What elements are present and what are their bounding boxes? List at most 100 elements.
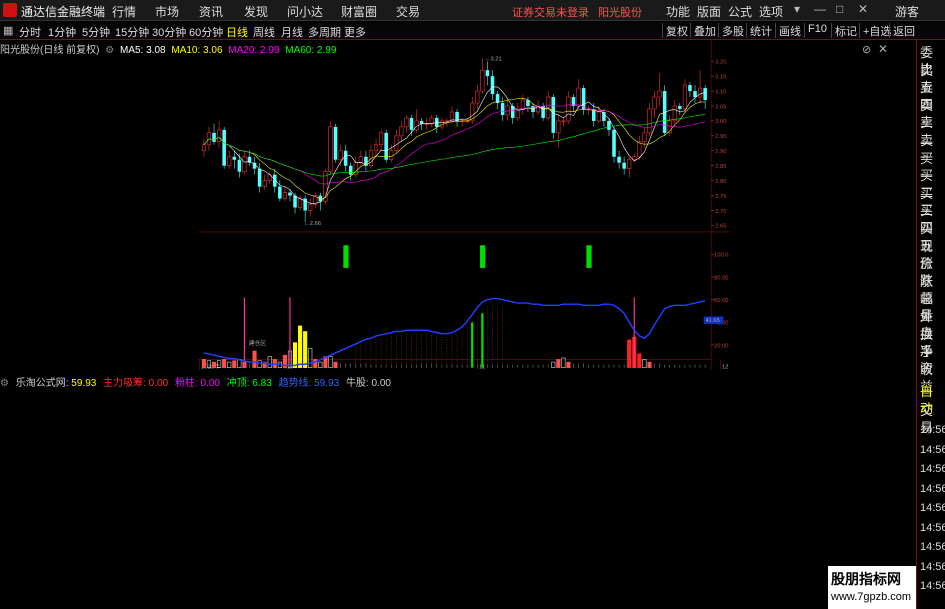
volume-bar <box>551 361 556 368</box>
period-daily[interactable]: 日线 <box>226 24 248 40</box>
overlay-button[interactable]: 叠加 <box>690 23 716 38</box>
app-title: 通达信金融终端 <box>21 5 106 19</box>
period-1min[interactable]: 1分钟 <box>48 24 76 40</box>
volume-bar <box>333 361 338 368</box>
volume-bar <box>566 361 571 368</box>
period-60min[interactable]: 60分钟 <box>189 24 223 40</box>
ma5-value: MA5: 3.08 <box>119 45 166 56</box>
adjust-button[interactable]: 复权 <box>662 23 688 38</box>
volume-bar <box>272 359 277 368</box>
menu-assistant[interactable]: 问小达 <box>287 3 323 20</box>
candle-body-down <box>688 85 692 92</box>
period-15min[interactable]: 15分钟 <box>115 24 149 40</box>
menu-discover[interactable]: 发现 <box>244 3 268 20</box>
candle-body-up <box>217 129 222 143</box>
candle-body-up <box>227 156 232 166</box>
indicator-name: 乐淘公式网 <box>15 378 66 389</box>
login-notice[interactable]: 证券交易未登录 阳光股份 <box>512 4 642 20</box>
mark-button[interactable]: 标记 <box>831 23 857 38</box>
add-watchlist-button[interactable]: +自选 <box>859 23 891 38</box>
watermark-url: www.7gpzb.com <box>831 591 912 603</box>
candle-body-up <box>546 96 551 119</box>
quote-side-panel: 委比 卖五 卖四 卖三 卖二 卖一 买一 买二 买三 买四 买五 现价 涨跌 涨幅 总量 外盘 换手 净资 收益 自动… <box>916 40 945 609</box>
chart-close-icon[interactable]: ✕ <box>878 42 888 56</box>
menu-news[interactable]: 资讯 <box>199 3 223 20</box>
candle-body-up <box>566 96 571 122</box>
main-chart-info: 阳光股份(日线 前复权) ⚙ MA5: 3.08 MA10: 3.06 MA20… <box>0 41 339 56</box>
menu-options[interactable]: 选项 <box>759 3 783 20</box>
top-bar <box>471 322 474 368</box>
candle-body-up <box>262 180 267 187</box>
current-stock-name: 阳光股份 <box>598 7 643 19</box>
candle-body-down <box>612 129 616 157</box>
trade-time-entry: 14:56 <box>920 541 945 553</box>
volume-bar <box>637 353 642 368</box>
volume-bar <box>227 361 232 368</box>
volume-bar <box>257 360 262 368</box>
candle-body-up <box>201 144 206 152</box>
menu-formula[interactable]: 公式 <box>728 3 752 20</box>
volume-bar <box>627 339 632 368</box>
main-axis-label: 3.20 <box>715 60 726 66</box>
panel-icon[interactable]: ▦ <box>3 24 13 37</box>
kline-chart[interactable]: ←3.21 ←2.66 3.20 3.15 3.10 3.05 3.00 2.95 2.90 2… <box>0 40 945 370</box>
menu-market[interactable]: 市场 <box>155 3 179 20</box>
chart-settings-icon[interactable]: ⊘ <box>862 43 871 56</box>
ma20-line <box>203 104 706 185</box>
dropdown-icon[interactable]: ▾ <box>794 2 800 16</box>
candle-body-up <box>586 108 591 110</box>
ma60-value: MA60: 2.99 <box>285 45 337 56</box>
main-axis-label: 3.05 <box>715 104 726 110</box>
candle-body-up <box>379 132 384 146</box>
candle-body-up <box>505 105 510 116</box>
candle-body-up <box>404 117 409 128</box>
main-axis-label: 2.95 <box>715 134 726 140</box>
app-logo-icon <box>3 3 17 17</box>
trade-time-entry: 14:56 <box>920 521 945 534</box>
candle-body-up <box>424 123 429 125</box>
draw-line-button[interactable]: 画线 <box>775 23 801 38</box>
statistics-button[interactable]: 统计 <box>746 23 772 38</box>
volume-bar <box>642 359 647 368</box>
candle-body-up <box>328 126 333 172</box>
maximize-icon[interactable]: □ <box>836 2 843 16</box>
period-more[interactable]: 更多 <box>344 24 366 40</box>
menu-layout[interactable]: 版面 <box>697 3 721 20</box>
title-bar: 通达信金融终端 行情 市场 资讯 发现 问小达 财富圈 交易 证券交易未登录 阳… <box>0 0 945 21</box>
candle-body-up <box>389 150 394 161</box>
high-price-annotation: ←3.21 <box>485 57 502 63</box>
signal-bar <box>343 245 349 268</box>
period-intraday[interactable]: 分时 <box>19 24 41 40</box>
period-monthly[interactable]: 月线 <box>281 24 303 40</box>
close-icon[interactable]: ✕ <box>858 2 868 16</box>
main-axis-label: 3.15 <box>715 74 726 80</box>
ma10-value: MA10: 3.06 <box>171 45 223 56</box>
signal-bar <box>480 245 486 268</box>
sub-axis-label: 100.0 <box>714 253 728 259</box>
menu-trade[interactable]: 交易 <box>396 3 420 20</box>
period-multi[interactable]: 多周期 <box>308 24 341 40</box>
f10-button[interactable]: F10 <box>804 23 827 38</box>
candle-body-down <box>455 111 459 121</box>
menu-quotes[interactable]: 行情 <box>112 3 136 20</box>
multi-stock-button[interactable]: 多股 <box>718 23 744 38</box>
period-weekly[interactable]: 周线 <box>253 24 275 40</box>
indicator-settings-icon[interactable]: ⚙ <box>0 378 9 389</box>
settings-icon[interactable]: ⚙ <box>105 45 114 56</box>
candle-body-down <box>222 129 226 166</box>
menu-community[interactable]: 财富圈 <box>341 3 377 20</box>
candle-body-down <box>278 186 282 199</box>
minimize-icon[interactable]: — <box>814 2 826 16</box>
guest-button[interactable]: 游客 <box>895 3 919 20</box>
indicator-info: ⚙ 乐淘公式网: 59.93 主力吸筹: 0.00 粉柱: 0.00 冲顶: 6… <box>0 374 395 389</box>
current-value-label: 41.65 <box>705 318 719 324</box>
candle-body-up <box>657 90 662 98</box>
period-5min[interactable]: 5分钟 <box>82 24 110 40</box>
sub-axis-label: 80.00 <box>714 275 728 281</box>
back-button[interactable]: 返回 <box>889 23 915 38</box>
candle-body-up <box>338 150 343 161</box>
candle-body-down <box>237 159 242 172</box>
period-30min[interactable]: 30分钟 <box>152 24 186 40</box>
menu-function[interactable]: 功能 <box>666 3 690 20</box>
main-axis-label: 2.70 <box>715 209 726 215</box>
